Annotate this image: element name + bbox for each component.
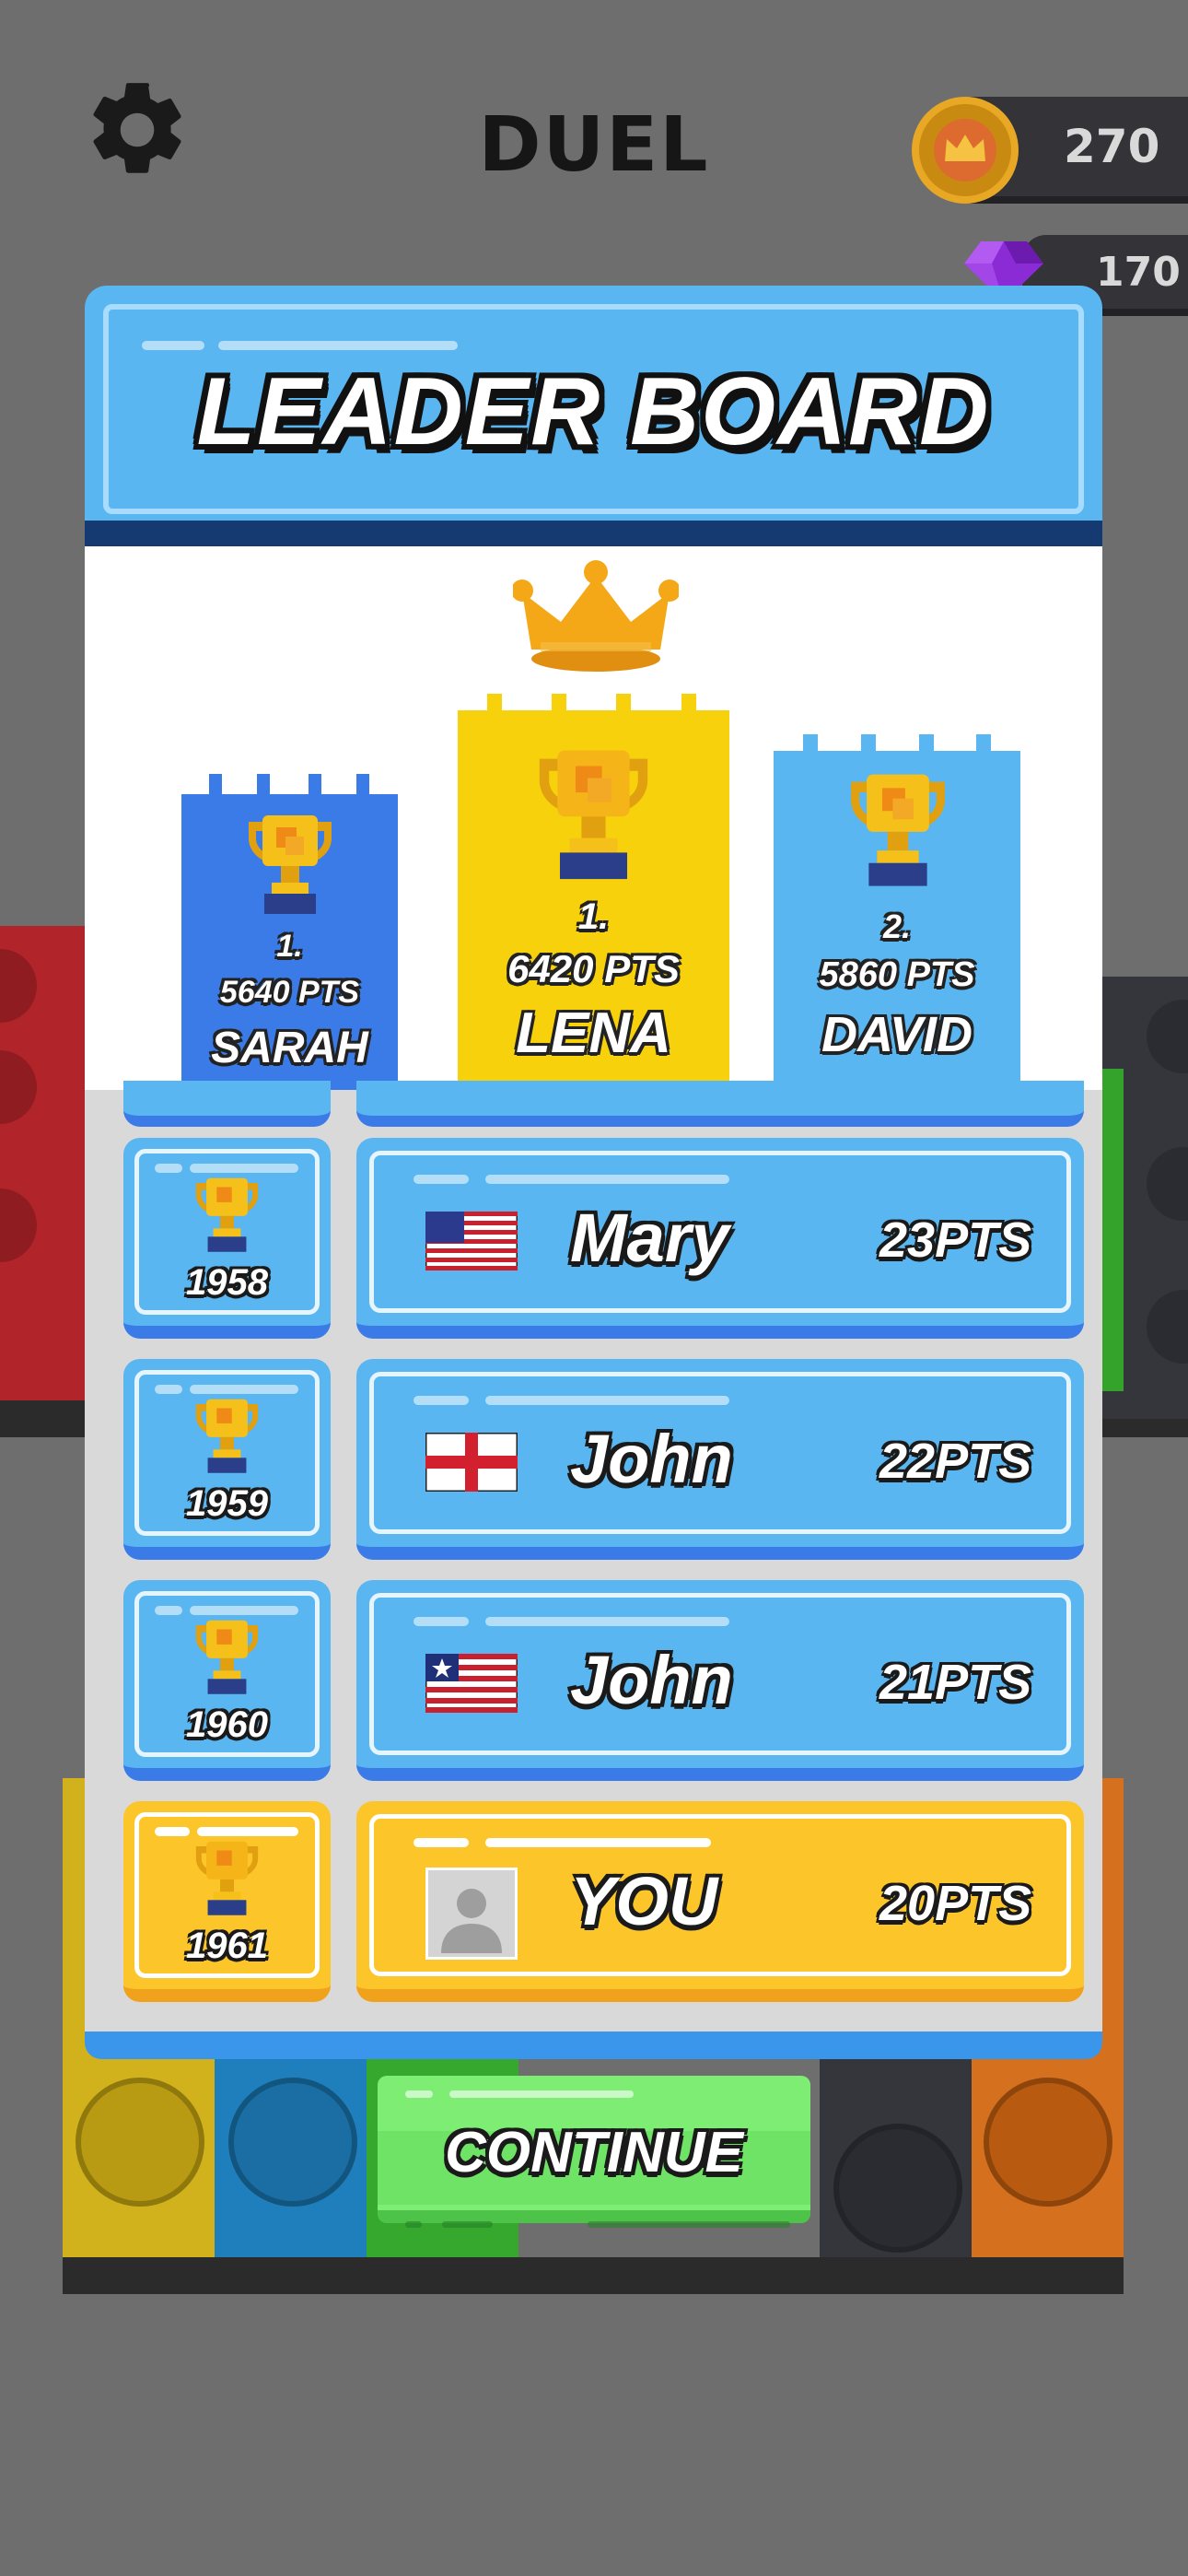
trophy-icon [851,774,945,886]
crown-icon [511,557,681,677]
player-points: 22PTS [879,1434,1032,1489]
rank-number: 1958 [186,1262,268,1303]
player-row-you[interactable]: YOU 20PTS [356,1801,1084,2002]
podium-david: 2. 5860 PTS DAVID [774,734,1020,1090]
podium-name: LENA [516,1001,671,1065]
coin-count: 270 [1064,120,1160,173]
rank-card: 1959 [123,1359,331,1560]
player-row[interactable]: Mary 23PTS [356,1138,1084,1339]
player-row[interactable]: John 22PTS [356,1359,1084,1560]
player-row[interactable]: John 21PTS [356,1580,1084,1781]
podium-rank: 2. [882,907,912,945]
trophy-icon [195,1841,259,1915]
player-points: 20PTS [879,1876,1032,1931]
england-flag-icon [425,1433,518,1492]
trophy-icon [195,1399,259,1473]
player-points: 23PTS [879,1212,1032,1268]
trophy-icon [195,1620,259,1694]
player-name: John [570,1642,733,1718]
podium-name: SARAH [211,1024,368,1072]
rank-card: 1960 [123,1580,331,1781]
rank-number: 1959 [186,1483,268,1524]
player-name: Mary [570,1200,729,1276]
avatar-placeholder-icon [425,1868,518,1960]
podium-lena: 1. 6420 PTS LENA [458,694,729,1090]
player-name: John [570,1421,733,1497]
podium-rank: 1. [577,896,610,937]
leaderboard-modal: LEADER BOARD 1. 5640 PTS SARAH 1. 6420 P… [85,286,1102,2059]
liberia-flag-icon [425,1654,518,1713]
podium-rank: 1. [276,929,303,964]
leaderboard-title: LEADER BOARD [196,358,991,465]
rank-card: 1958 [123,1138,331,1339]
rank-number: 1961 [186,1926,268,1966]
trophy-icon [195,1177,259,1252]
rank-number: 1960 [186,1704,268,1745]
us-flag-icon [425,1212,518,1270]
crown-coin-icon [912,97,1019,204]
podium-name: DAVID [821,1007,973,1062]
podium-points: 5860 PTS [819,955,975,994]
podium-points: 5640 PTS [219,975,360,1010]
continue-button[interactable]: CONTINUE [378,2076,810,2237]
rank-card-you: 1961 [123,1801,331,2002]
player-points: 21PTS [879,1655,1032,1710]
podium-sarah: 1. 5640 PTS SARAH [181,774,398,1090]
gem-count: 170 [1096,249,1181,296]
trophy-icon [539,750,648,880]
podium-points: 6420 PTS [507,947,680,990]
player-name: YOU [570,1863,718,1939]
trophy-icon [249,815,332,914]
continue-label: CONTINUE [445,2121,743,2184]
